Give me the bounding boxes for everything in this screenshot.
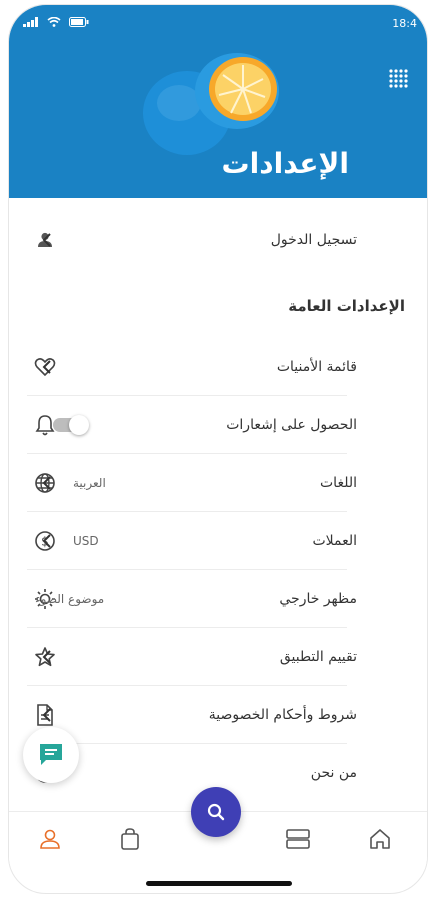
search-button[interactable] <box>191 787 241 837</box>
chat-icon <box>40 744 62 765</box>
chevron-left-icon <box>37 531 57 551</box>
section-title: الإعدادات العامة <box>288 297 405 315</box>
tab-categories[interactable] <box>283 824 313 854</box>
about-label: من نحن <box>310 765 357 781</box>
toggle-knob <box>69 415 89 435</box>
battery-icon <box>69 16 89 30</box>
currencies-row[interactable]: $ العملات USD <box>9 512 427 570</box>
languages-label: اللغات <box>320 475 357 491</box>
notifications-toggle[interactable] <box>53 415 89 435</box>
chevron-left-icon <box>37 357 57 377</box>
wifi-icon <box>47 16 61 30</box>
appearance-row[interactable]: مظهر خارجي موضوع الضوء <box>9 570 427 628</box>
terms-row[interactable]: شروط وأحكام الخصوصية <box>9 686 427 744</box>
chevron-left-icon <box>37 473 57 493</box>
list-icon <box>286 829 310 849</box>
home-icon <box>370 829 390 849</box>
home-indicator <box>146 881 292 886</box>
user-icon <box>40 829 60 849</box>
chevron-left-icon <box>37 230 57 250</box>
page-title: الإعدادات <box>221 147 349 180</box>
languages-row[interactable]: اللغات العربية <box>9 454 427 512</box>
rate-app-row[interactable]: تقييم التطبيق <box>9 628 427 686</box>
chevron-left-icon <box>37 647 57 667</box>
phone-screen: 18:4 الإعدادات تسجيل الدخول الإعدادات ال… <box>8 4 428 894</box>
tab-profile[interactable] <box>35 824 65 854</box>
signal-icon <box>23 16 39 30</box>
notifications-label: الحصول على إشعارات <box>226 417 357 433</box>
language-value: العربية <box>73 476 106 490</box>
status-time: 18:4 <box>392 16 417 30</box>
notifications-row: الحصول على إشعارات <box>9 396 427 454</box>
currency-value: USD <box>73 534 99 548</box>
status-bar: 18:4 <box>23 15 417 31</box>
tab-home[interactable] <box>365 824 395 854</box>
orange-illustration <box>143 53 279 155</box>
currencies-label: العملات <box>312 533 357 549</box>
rate-app-label: تقييم التطبيق <box>279 649 357 665</box>
wishlist-row[interactable]: قائمة الأمنيات <box>9 338 427 396</box>
chevron-left-icon <box>37 705 57 725</box>
grid-icon <box>389 69 408 88</box>
bag-icon <box>121 828 139 850</box>
wishlist-label: قائمة الأمنيات <box>276 359 357 375</box>
header-banner: 18:4 الإعدادات <box>9 5 427 198</box>
grid-menu-button[interactable] <box>385 65 411 91</box>
chat-button[interactable] <box>23 727 79 783</box>
login-label: تسجيل الدخول <box>270 232 357 248</box>
tab-cart[interactable] <box>115 824 145 854</box>
theme-value: موضوع الضوء <box>35 592 105 606</box>
search-icon <box>207 803 225 821</box>
appearance-label: مظهر خارجي <box>279 591 357 607</box>
login-row[interactable]: تسجيل الدخول <box>9 211 427 269</box>
terms-label: شروط وأحكام الخصوصية <box>208 707 357 723</box>
